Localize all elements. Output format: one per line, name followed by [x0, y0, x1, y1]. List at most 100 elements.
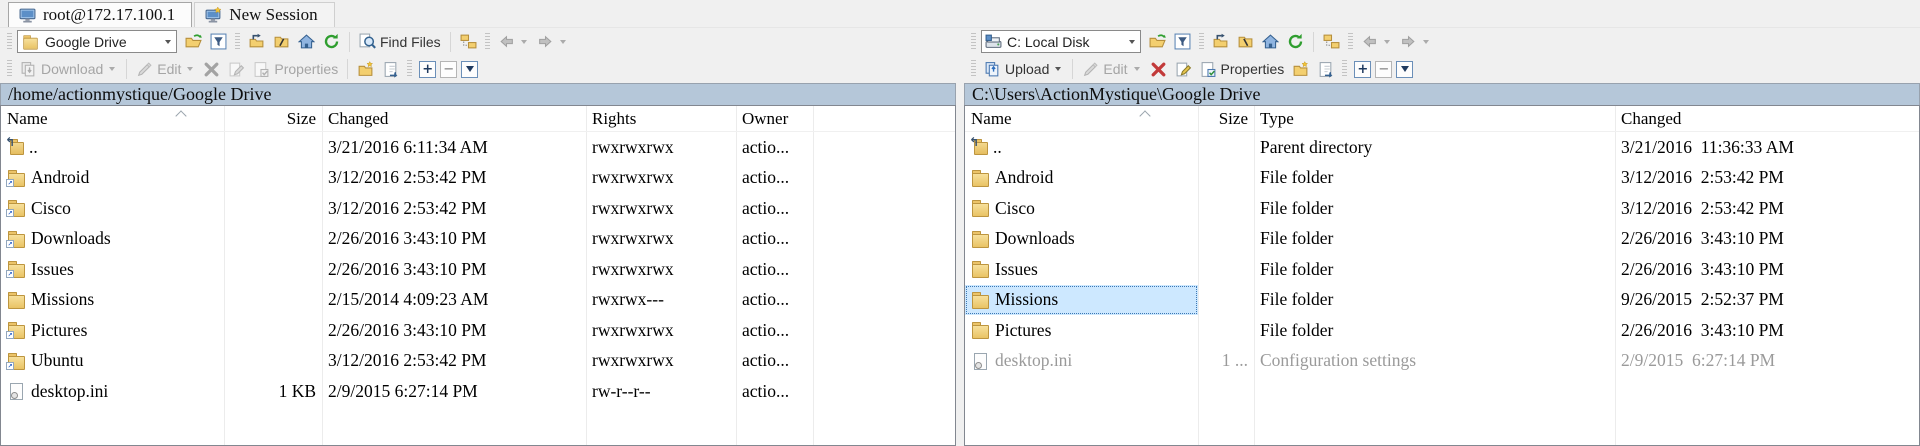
download-button[interactable]: Download	[17, 57, 120, 81]
back-button[interactable]	[495, 30, 532, 54]
path-bar[interactable]: C:\Users\ActionMystique\Google Drive	[964, 83, 1920, 105]
invert-selection-button[interactable]	[1396, 61, 1413, 78]
toolbar-grip[interactable]	[235, 33, 240, 51]
synchronize-browsing-button[interactable]	[1320, 30, 1343, 54]
file-row[interactable]: AndroidFile folder3/12/2016 2:53:42 PM	[965, 163, 1919, 194]
file-name: Issues	[995, 259, 1038, 280]
select-files-button[interactable]: +	[1354, 61, 1371, 78]
filter-button[interactable]	[207, 30, 230, 54]
unselect-files-button[interactable]: −	[440, 61, 457, 78]
refresh-button[interactable]	[320, 30, 343, 54]
synchronize-browsing-button[interactable]	[457, 30, 480, 54]
left-drive-combo[interactable]: Google Drive	[17, 30, 177, 53]
chevron-down-icon	[1423, 40, 1429, 44]
cell-name: ↰..	[1, 132, 224, 163]
column-header-size[interactable]: Size	[1198, 109, 1254, 129]
file-row[interactable]: Missions2/15/2014 4:09:23 AMrwxrwx---act…	[1, 285, 955, 316]
cell-rights: rwxrwxrwx	[586, 224, 736, 255]
file-row[interactable]: MissionsFile folder9/26/2015 2:52:37 PM	[965, 285, 1919, 316]
toolbar-grip[interactable]	[1199, 33, 1204, 51]
toolbar-grip[interactable]	[407, 60, 412, 78]
file-row[interactable]: ↰..Parent directory3/21/2016 11:36:33 AM	[965, 132, 1919, 163]
right-drive-combo[interactable]: C: Local Disk	[981, 30, 1141, 53]
folder-icon	[971, 170, 990, 186]
select-files-button[interactable]: +	[419, 61, 436, 78]
chevron-down-icon	[187, 67, 193, 71]
tab-new-session[interactable]: New Session	[194, 2, 334, 27]
cell-changed: 2/15/2014 4:09:23 AM	[322, 285, 586, 316]
file-row[interactable]: desktop.ini1 KB2/9/2015 6:27:14 PMrw-r--…	[1, 376, 955, 407]
forward-button[interactable]	[534, 30, 571, 54]
column-divider[interactable]	[736, 106, 737, 445]
delete-button[interactable]	[200, 57, 223, 81]
rename-button[interactable]	[1172, 57, 1195, 81]
folder-icon	[971, 261, 990, 277]
open-directory-button[interactable]	[182, 30, 205, 54]
file-row[interactable]: ↗Android3/12/2016 2:53:42 PMrwxrwxrwxact…	[1, 163, 955, 194]
column-divider[interactable]	[1198, 106, 1199, 445]
column-header-name[interactable]: Name	[965, 109, 1198, 129]
upload-button[interactable]: Upload	[981, 57, 1066, 81]
column-divider[interactable]	[586, 106, 587, 445]
file-row[interactable]: ↗Cisco3/12/2016 2:53:42 PMrwxrwxrwxactio…	[1, 193, 955, 224]
find-files-button[interactable]: Find Files	[356, 30, 444, 54]
refresh-button[interactable]	[1284, 30, 1307, 54]
new-file-button[interactable]	[379, 57, 402, 81]
column-divider[interactable]	[1615, 106, 1616, 445]
toolbar-grip[interactable]	[7, 33, 12, 51]
new-folder-button[interactable]	[1289, 57, 1312, 81]
open-directory-button[interactable]	[1146, 30, 1169, 54]
delete-button[interactable]	[1147, 57, 1170, 81]
column-header-rights[interactable]: Rights	[586, 109, 736, 129]
new-folder-button[interactable]	[354, 57, 377, 81]
toolbar-grip[interactable]	[7, 60, 12, 78]
forward-button[interactable]	[1397, 30, 1434, 54]
toolbar-grip[interactable]	[971, 60, 976, 78]
file-row[interactable]: desktop.ini1 ...Configuration settings2/…	[965, 346, 1919, 377]
home-directory-button[interactable]	[295, 30, 318, 54]
path-bar[interactable]: /home/actionmystique/Google Drive	[0, 83, 956, 105]
column-header-owner[interactable]: Owner	[736, 109, 813, 129]
unselect-files-button[interactable]: −	[1375, 61, 1392, 78]
column-header-size[interactable]: Size	[224, 109, 322, 129]
invert-selection-button[interactable]	[461, 61, 478, 78]
file-row[interactable]: ↗Downloads2/26/2016 3:43:10 PMrwxrwxrwxa…	[1, 224, 955, 255]
column-divider[interactable]	[813, 106, 814, 445]
column-header-changed[interactable]: Changed	[322, 109, 586, 129]
toolbar-grip[interactable]	[1348, 33, 1353, 51]
filter-button[interactable]	[1171, 30, 1194, 54]
properties-button[interactable]: Properties	[250, 57, 341, 81]
file-row[interactable]: ↰..3/21/2016 6:11:34 AMrwxrwxrwxactio...	[1, 132, 955, 163]
file-row[interactable]: CiscoFile folder3/12/2016 2:53:42 PM	[965, 193, 1919, 224]
column-header-name[interactable]: Name	[1, 109, 224, 129]
toolbar-grip[interactable]	[485, 33, 490, 51]
toolbar-grip[interactable]	[971, 33, 976, 51]
column-header-changed[interactable]: Changed	[1615, 109, 1919, 129]
properties-button[interactable]: Properties	[1197, 57, 1288, 81]
file-row[interactable]: ↗Issues2/26/2016 3:43:10 PMrwxrwxrwxacti…	[1, 254, 955, 285]
column-header-type[interactable]: Type	[1254, 109, 1615, 129]
delete-x-icon	[1150, 61, 1167, 78]
file-row[interactable]: ↗Ubuntu3/12/2016 2:53:42 PMrwxrwxrwxacti…	[1, 346, 955, 377]
root-directory-button[interactable]	[270, 30, 293, 54]
edit-button[interactable]: Edit	[133, 57, 198, 81]
cell-size	[224, 132, 322, 163]
column-divider[interactable]	[1254, 106, 1255, 445]
parent-directory-button[interactable]	[1209, 30, 1232, 54]
back-button[interactable]	[1358, 30, 1395, 54]
edit-label: Edit	[157, 61, 181, 77]
file-row[interactable]: DownloadsFile folder2/26/2016 3:43:10 PM	[965, 224, 1919, 255]
file-row[interactable]: PicturesFile folder2/26/2016 3:43:10 PM	[965, 315, 1919, 346]
edit-button[interactable]: Edit	[1079, 57, 1144, 81]
file-row[interactable]: IssuesFile folder2/26/2016 3:43:10 PM	[965, 254, 1919, 285]
column-divider[interactable]	[322, 106, 323, 445]
new-file-button[interactable]	[1314, 57, 1337, 81]
home-directory-button[interactable]	[1259, 30, 1282, 54]
toolbar-grip[interactable]	[1342, 60, 1347, 78]
parent-directory-button[interactable]	[245, 30, 268, 54]
root-directory-button[interactable]	[1234, 30, 1257, 54]
file-row[interactable]: ↗Pictures2/26/2016 3:43:10 PMrwxrwxrwxac…	[1, 315, 955, 346]
column-divider[interactable]	[224, 106, 225, 445]
tab-session-root[interactable]: root@172.17.100.1	[8, 2, 192, 27]
rename-button[interactable]	[225, 57, 248, 81]
